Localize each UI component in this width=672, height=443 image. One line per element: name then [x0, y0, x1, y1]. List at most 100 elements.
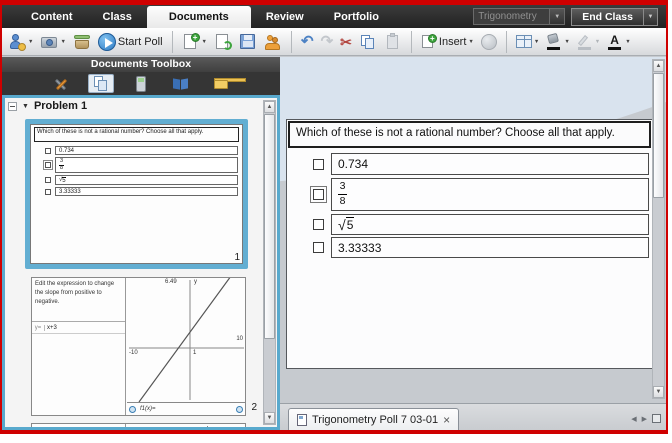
- add-student-button[interactable]: ▼: [6, 31, 35, 53]
- toolbox-tab-calculator[interactable]: [128, 74, 154, 93]
- text-color-button[interactable]: A ▼: [605, 31, 632, 52]
- page-layout-button[interactable]: ▼: [514, 33, 541, 50]
- end-class-control: End Class ▼: [571, 8, 658, 26]
- chevron-down-icon: ▼: [534, 39, 539, 45]
- checkbox-icon: [45, 162, 51, 168]
- tab-documents[interactable]: Documents: [147, 6, 251, 28]
- class-selector-value: Trigonometry: [474, 11, 549, 22]
- answer-checkbox-1[interactable]: [313, 159, 324, 170]
- copy-button[interactable]: [357, 31, 379, 53]
- scroll-up-icon[interactable]: ▲: [264, 101, 275, 113]
- new-document-button[interactable]: + ▼: [180, 31, 209, 53]
- sqrt-value: √ 5: [338, 217, 354, 232]
- scrollbar-thumb[interactable]: [264, 114, 275, 339]
- toolbox-tab-tools[interactable]: [48, 74, 74, 93]
- tab-list-icon[interactable]: [652, 414, 661, 423]
- sidebar-scrollbar[interactable]: ▲ ▼: [263, 100, 276, 425]
- open-document-button[interactable]: [212, 31, 234, 53]
- paste-icon: [384, 33, 402, 51]
- chevron-down-icon: ▼: [625, 39, 630, 45]
- thumbnail-2-expression: y= x+3: [32, 322, 125, 334]
- document-scrollbar[interactable]: ▲ ▼: [652, 59, 665, 399]
- cut-button[interactable]: ✂: [338, 33, 354, 51]
- scrollbar-thumb[interactable]: [653, 73, 664, 198]
- send-to-class-button[interactable]: [71, 31, 93, 53]
- scroll-up-icon[interactable]: ▲: [653, 60, 664, 72]
- thumbnail-2-graph-pane: 6.49 y -10 1 10 f1(x)=: [127, 278, 245, 415]
- answer-checkbox-2[interactable]: [313, 189, 324, 200]
- chevron-down-icon: ▼: [595, 39, 600, 45]
- page-number: 2: [251, 402, 257, 413]
- tab-nav-right-icon[interactable]: ▶: [642, 415, 647, 423]
- tab-class[interactable]: Class: [88, 5, 147, 28]
- content-area: Documents Toolbox: [2, 57, 666, 430]
- thumbnail-3-graph-pane: 10 y: [127, 424, 245, 430]
- answer-label-3[interactable]: √ 5: [331, 214, 649, 235]
- tools-icon: [52, 75, 70, 93]
- function-label: f1(x)=: [138, 406, 234, 412]
- chevron-down-icon: ▼: [468, 39, 473, 45]
- camera-icon: [40, 33, 58, 51]
- toolbar-separator: [411, 31, 412, 53]
- y-axis-label: y: [211, 427, 214, 430]
- fill-color-button[interactable]: ▼: [544, 31, 571, 52]
- undo-button[interactable]: ↶: [299, 32, 316, 51]
- close-icon[interactable]: ×: [443, 414, 450, 426]
- insert-button[interactable]: + Insert ▼: [419, 32, 476, 52]
- folder-icon: [212, 75, 230, 93]
- thumbnail-3-text-pane: Find the slope of the line from these po…: [32, 424, 126, 430]
- class-selector-dropdown[interactable]: Trigonometry ▼: [473, 8, 565, 25]
- thumbnail-option-2: 38: [45, 157, 238, 173]
- page-thumbnail-1-selected[interactable]: Which of these is not a rational number?…: [25, 119, 248, 269]
- page-thumbnail-3[interactable]: Find the slope of the line from these po…: [31, 423, 246, 430]
- tab-content[interactable]: Content: [16, 5, 88, 28]
- variables-button: [479, 32, 499, 52]
- function-entry-bar: f1(x)=: [127, 402, 245, 415]
- toolbox-tab-strip: [2, 72, 280, 95]
- question-page: Which of these is not a rational number?…: [286, 119, 653, 369]
- start-poll-icon: [98, 33, 116, 51]
- collapse-box-icon[interactable]: [8, 102, 17, 111]
- transfer-tool-button[interactable]: [262, 31, 284, 53]
- chevron-down-icon[interactable]: ▼: [549, 9, 564, 24]
- document-tab-label: Trigonometry Poll 7 03-01: [312, 414, 438, 426]
- answer-option-2: 3 8: [313, 178, 649, 211]
- toolbox-title: Documents Toolbox: [2, 57, 280, 72]
- answer-checkbox-3[interactable]: [313, 219, 324, 230]
- chevron-down-icon: ▼: [60, 39, 65, 45]
- insert-icon: +: [421, 34, 437, 50]
- tab-nav-left-icon[interactable]: ◀: [631, 415, 636, 423]
- toolbox-tab-page-sorter[interactable]: [88, 74, 114, 93]
- thumbnail-3-prompt: Find the slope of the line from these po…: [32, 424, 125, 430]
- radical-icon: √: [338, 219, 346, 232]
- checkbox-icon: [45, 189, 51, 195]
- problem-title: Problem 1: [34, 100, 87, 112]
- thumbnail-2-prompt: Edit the expression to change the slope …: [32, 278, 125, 322]
- page-thumbnail-2[interactable]: Edit the expression to change the slope …: [31, 277, 246, 416]
- collapse-triangle-icon[interactable]: ▼: [22, 103, 29, 110]
- tab-review[interactable]: Review: [251, 5, 319, 28]
- toolbox-tab-content[interactable]: [168, 74, 194, 93]
- open-document-icon: [214, 33, 232, 51]
- save-document-button[interactable]: [237, 31, 259, 53]
- insert-label: Insert: [439, 36, 467, 48]
- save-icon: [239, 33, 257, 51]
- end-class-dropdown-icon[interactable]: ▼: [644, 8, 658, 26]
- start-poll-button[interactable]: Start Poll: [96, 31, 165, 53]
- x-max-label: 10: [236, 336, 243, 342]
- y-tick-label: 10: [189, 427, 196, 430]
- scroll-down-icon[interactable]: ▼: [264, 412, 275, 424]
- toolbox-tab-files[interactable]: [208, 74, 234, 93]
- thumbnail-option-3: √5: [45, 175, 238, 185]
- scroll-down-icon[interactable]: ▼: [653, 386, 664, 398]
- answer-label-2[interactable]: 3 8: [331, 178, 649, 211]
- answer-checkbox-4[interactable]: [313, 242, 324, 253]
- problem-group-header[interactable]: ▼ Problem 1: [8, 100, 87, 112]
- answer-label-1[interactable]: 0.734: [331, 153, 649, 175]
- answer-label-4[interactable]: 3.33333: [331, 237, 649, 258]
- line-color-button: ▼: [575, 31, 602, 52]
- end-class-button[interactable]: End Class: [571, 8, 644, 26]
- screen-capture-button[interactable]: ▼: [38, 31, 67, 53]
- open-document-tab[interactable]: Trigonometry Poll 7 03-01 ×: [288, 408, 459, 430]
- tab-portfolio[interactable]: Portfolio: [319, 5, 394, 28]
